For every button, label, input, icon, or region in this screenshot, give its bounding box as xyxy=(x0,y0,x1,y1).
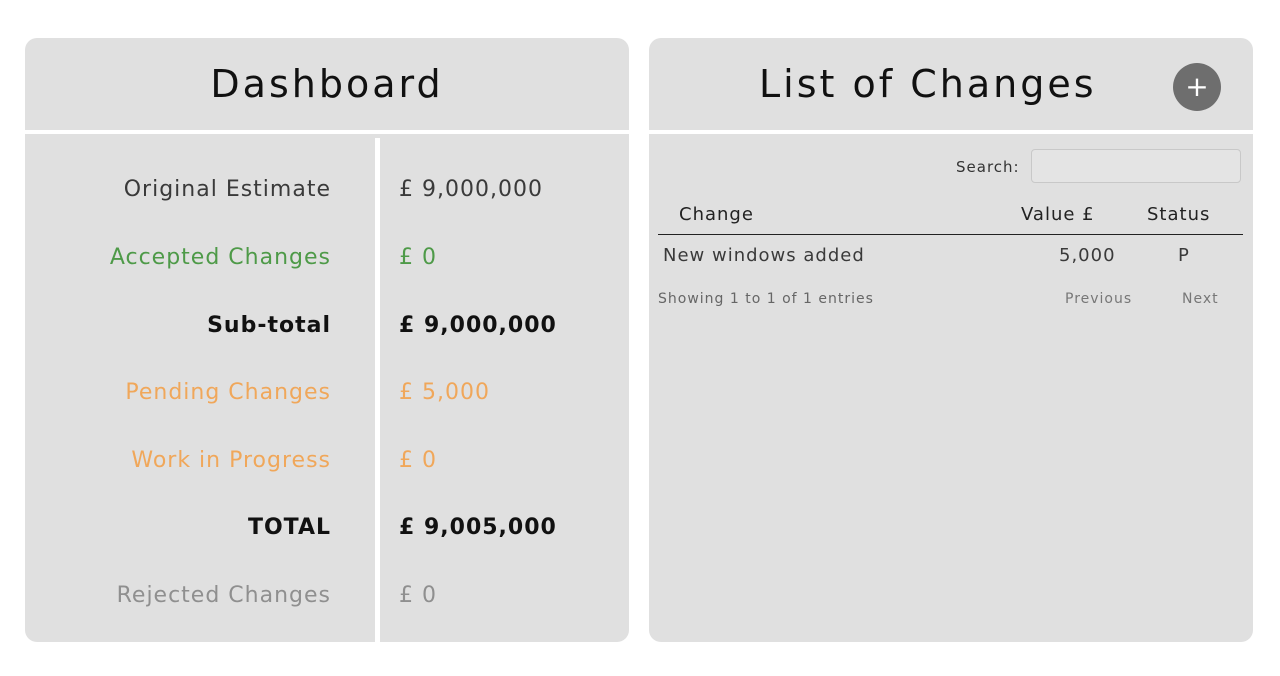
changes-title: List of Changes xyxy=(759,62,1097,106)
plus-icon: + xyxy=(1185,70,1209,103)
table-info: Showing 1 to 1 of 1 entries xyxy=(658,291,874,307)
work-in-progress-label: Work in Progress xyxy=(131,448,331,473)
table-header-rule xyxy=(658,234,1243,235)
pending-changes-label: Pending Changes xyxy=(125,380,331,405)
total-label: TOTAL xyxy=(247,515,331,540)
rejected-changes-value: £ 0 xyxy=(399,583,437,608)
search-input[interactable] xyxy=(1031,149,1241,183)
sub-total-label: Sub-total xyxy=(207,313,331,338)
row-change-cell[interactable]: New windows added xyxy=(663,245,865,266)
add-change-button[interactable]: + xyxy=(1173,63,1221,111)
changes-panel: List of Changes + Search: Change Value £… xyxy=(649,38,1253,642)
row-original-estimate: Original Estimate £ 9,000,000 xyxy=(25,177,629,211)
dashboard-panel: Dashboard Original Estimate £ 9,000,000 … xyxy=(25,38,629,642)
row-rejected-changes: Rejected Changes £ 0 xyxy=(25,583,629,617)
row-status-cell: P xyxy=(1178,245,1190,266)
row-work-in-progress: Work in Progress £ 0 xyxy=(25,448,629,482)
accepted-changes-label: Accepted Changes xyxy=(109,245,331,270)
column-header-status[interactable]: Status xyxy=(1147,204,1210,225)
sub-total-value: £ 9,000,000 xyxy=(399,313,557,338)
row-pending-changes: Pending Changes £ 5,000 xyxy=(25,380,629,414)
column-header-value[interactable]: Value £ xyxy=(1021,204,1095,225)
next-page-button[interactable]: Next xyxy=(1182,291,1219,307)
original-estimate-value: £ 9,000,000 xyxy=(399,177,543,202)
work-in-progress-value: £ 0 xyxy=(399,448,437,473)
row-value-cell: 5,000 xyxy=(1059,245,1116,266)
total-value: £ 9,005,000 xyxy=(399,515,557,540)
rejected-changes-label: Rejected Changes xyxy=(116,583,331,608)
row-sub-total: Sub-total £ 9,000,000 xyxy=(25,313,629,347)
accepted-changes-value: £ 0 xyxy=(399,245,437,270)
column-header-change[interactable]: Change xyxy=(679,204,754,225)
search-label: Search: xyxy=(956,158,1020,176)
row-accepted-changes: Accepted Changes £ 0 xyxy=(25,245,629,279)
previous-page-button[interactable]: Previous xyxy=(1065,291,1132,307)
pending-changes-value: £ 5,000 xyxy=(399,380,490,405)
dashboard-title: Dashboard xyxy=(210,62,444,106)
row-total: TOTAL £ 9,005,000 xyxy=(25,515,629,549)
original-estimate-label: Original Estimate xyxy=(123,177,331,202)
dashboard-header: Dashboard xyxy=(25,38,629,134)
changes-header: List of Changes + xyxy=(649,38,1253,134)
